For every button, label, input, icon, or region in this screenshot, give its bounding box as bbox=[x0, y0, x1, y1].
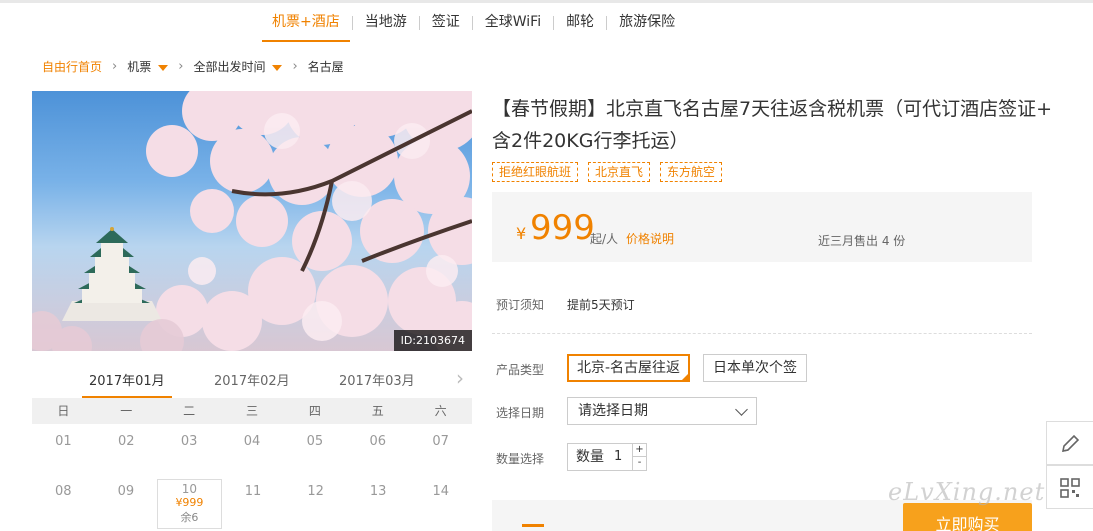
month-tab-feb[interactable]: 2017年02月 bbox=[214, 370, 290, 389]
nav-separator bbox=[553, 16, 555, 30]
calendar-day: 09 bbox=[117, 484, 135, 499]
chevron-right-icon[interactable]: › bbox=[456, 368, 464, 388]
tab-flight-hotel[interactable]: 机票+酒店 bbox=[262, 12, 350, 42]
booking-note-label: 预订须知 bbox=[496, 298, 545, 312]
date-select[interactable]: 请选择日期 bbox=[567, 397, 757, 425]
weekday-label: 四 bbox=[308, 404, 321, 418]
weekday-label: 日 bbox=[57, 404, 70, 418]
date-select-placeholder: 请选择日期 bbox=[578, 403, 648, 419]
image-id-label: ID:2103674 bbox=[393, 330, 472, 351]
calendar-day: 11 bbox=[244, 484, 262, 499]
top-nav: 机票+酒店 当地游 签证 全球WiFi 邮轮 旅游保险 bbox=[262, 12, 685, 42]
tab-local-tour[interactable]: 当地游 bbox=[355, 12, 417, 42]
sidebar-edit-button[interactable] bbox=[1046, 421, 1093, 465]
price-currency: ¥ bbox=[516, 224, 527, 243]
quantity-stepper[interactable]: 数量 1 + - bbox=[567, 443, 647, 471]
pencil-icon bbox=[1061, 434, 1080, 453]
tag-direct-flight: 北京直飞 bbox=[588, 162, 651, 182]
calendar-day-number: 10 bbox=[181, 482, 198, 496]
booking-note-value: 提前5天预订 bbox=[567, 298, 635, 312]
chevron-right-icon: › bbox=[112, 59, 118, 74]
quantity-value[interactable]: 1 bbox=[614, 444, 622, 470]
tab-visa[interactable]: 签证 bbox=[422, 12, 470, 42]
sidebar-qrcode-button[interactable] bbox=[1046, 465, 1093, 509]
tab-insurance[interactable]: 旅游保险 bbox=[609, 12, 685, 42]
nav-separator bbox=[606, 16, 608, 30]
date-label: 选择日期 bbox=[496, 406, 545, 420]
breadcrumb-flight[interactable]: 机票 bbox=[127, 58, 151, 75]
calendar-week: 01 02 03 04 05 06 07 bbox=[32, 424, 472, 474]
calendar-day: 03 bbox=[180, 434, 198, 449]
cherry-blossom-castle-image bbox=[32, 91, 472, 351]
calendar-day: 14 bbox=[432, 484, 450, 499]
weekday-label: 六 bbox=[434, 404, 447, 418]
weekday-label: 二 bbox=[183, 404, 196, 418]
breadcrumb: 自由行首页 › 机票 › 全部出发时间 › 名古屋 bbox=[42, 58, 344, 75]
chevron-right-icon: › bbox=[178, 59, 184, 74]
top-border bbox=[0, 0, 1093, 3]
caret-down-icon[interactable] bbox=[158, 64, 169, 71]
quantity-prefix: 数量 bbox=[576, 449, 604, 465]
calendar-day: 12 bbox=[307, 484, 324, 499]
selected-corner-icon bbox=[680, 372, 691, 382]
weekday-label: 一 bbox=[120, 404, 133, 418]
option-label: 日本单次个签 bbox=[713, 360, 797, 376]
chevron-down-icon bbox=[735, 403, 748, 416]
price-explanation-link[interactable]: 价格说明 bbox=[626, 230, 674, 247]
buy-now-button[interactable]: 立即购买 bbox=[903, 503, 1032, 531]
option-beijing-nagoya[interactable]: 北京-名古屋往返 bbox=[567, 354, 691, 382]
price-panel: ¥ 999 起/人 价格说明 近三月售出 4 份 bbox=[492, 192, 1032, 262]
quantity-increase-button[interactable]: + bbox=[632, 444, 646, 457]
breadcrumb-home[interactable]: 自由行首页 bbox=[42, 58, 102, 75]
calendar-day-price: ¥999 bbox=[175, 496, 204, 509]
sold-count: 近三月售出 4 份 bbox=[818, 234, 906, 248]
product-photo[interactable]: ID:2103674 bbox=[32, 91, 472, 351]
product-title: 【春节假期】北京直飞名古屋7天往返含税机票（可代订酒店签证+ 含2件20KG行李… bbox=[492, 98, 1053, 152]
calendar-month-tabs: 2017年01月 2017年02月 2017年03月 › bbox=[32, 364, 472, 399]
option-japan-visa[interactable]: 日本单次个签 bbox=[703, 354, 807, 382]
tag-no-redeye: 拒绝红眼航班 bbox=[492, 162, 579, 182]
calendar-grid: 01 02 03 04 05 06 07 08 09 10 ¥999 余6 11… bbox=[32, 424, 472, 529]
calendar-day: 06 bbox=[369, 434, 386, 449]
nav-separator bbox=[418, 16, 420, 30]
tag-airline: 东方航空 bbox=[660, 162, 723, 182]
calendar-day: 13 bbox=[369, 484, 387, 499]
calendar-day: 04 bbox=[243, 434, 261, 449]
calendar-day: 07 bbox=[432, 434, 449, 449]
calendar-day: 01 bbox=[55, 434, 72, 449]
caret-down-icon[interactable] bbox=[272, 64, 283, 71]
castle bbox=[62, 227, 162, 321]
section-divider bbox=[492, 333, 1032, 334]
calendar-day-remaining: 余6 bbox=[180, 511, 199, 524]
weekday-label: 三 bbox=[246, 404, 259, 418]
product-tags: 拒绝红眼航班 北京直飞 东方航空 bbox=[492, 162, 732, 182]
nav-separator bbox=[471, 16, 473, 30]
month-tab-jan[interactable]: 2017年01月 bbox=[89, 370, 165, 389]
quantity-decrease-button[interactable]: - bbox=[632, 457, 646, 470]
option-label: 北京-名古屋往返 bbox=[577, 360, 681, 376]
tab-wifi[interactable]: 全球WiFi bbox=[475, 12, 551, 42]
weekday-label: 五 bbox=[371, 404, 384, 418]
breadcrumb-departure-time[interactable]: 全部出发时间 bbox=[193, 58, 265, 75]
calendar-day: 05 bbox=[306, 434, 324, 449]
accent-mark bbox=[522, 524, 544, 527]
calendar-weekday-header: 日 一 二 三 四 五 六 bbox=[32, 398, 472, 424]
calendar-day: 08 bbox=[55, 484, 72, 499]
breadcrumb-destination[interactable]: 名古屋 bbox=[308, 58, 344, 75]
qrcode-icon bbox=[1060, 478, 1080, 498]
product-type-label: 产品类型 bbox=[496, 363, 545, 377]
calendar-week: 08 09 10 ¥999 余6 11 12 13 14 bbox=[32, 474, 472, 529]
price-unit: 起/人 bbox=[590, 232, 619, 246]
month-tab-mar[interactable]: 2017年03月 bbox=[339, 370, 415, 389]
tab-cruise[interactable]: 邮轮 bbox=[556, 12, 604, 42]
nav-separator bbox=[351, 16, 353, 30]
calendar-day: 02 bbox=[118, 434, 135, 449]
quantity-label: 数量选择 bbox=[496, 452, 545, 466]
chevron-right-icon: › bbox=[292, 59, 298, 74]
calendar-day-available[interactable]: 10 ¥999 余6 bbox=[157, 479, 222, 529]
price-amount: 999 bbox=[530, 208, 595, 248]
